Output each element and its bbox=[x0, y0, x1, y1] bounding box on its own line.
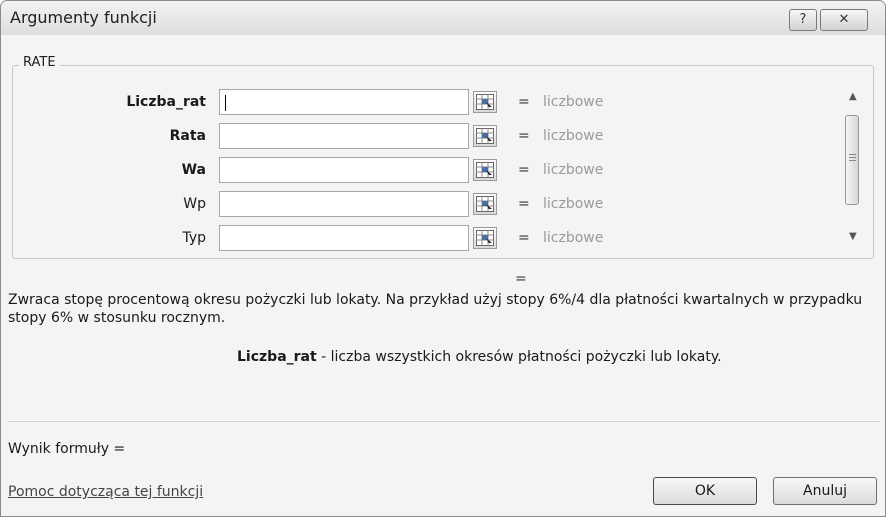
text-cursor bbox=[225, 95, 226, 111]
function-name: RATE bbox=[19, 55, 60, 70]
function-arguments-dialog: Argumenty funkcji ? ✕ RATE Liczba_rat = … bbox=[0, 0, 886, 517]
grip-icon bbox=[849, 154, 856, 163]
argument-result: liczbowe bbox=[543, 128, 604, 144]
cancel-button[interactable]: Anuluj bbox=[773, 477, 877, 505]
liczba-rat-input[interactable] bbox=[219, 89, 469, 115]
argument-label: Rata bbox=[169, 128, 206, 144]
argument-row-liczba-rat: Liczba_rat = liczbowe bbox=[1, 89, 841, 117]
rata-input[interactable] bbox=[219, 123, 469, 149]
equals-sign: = bbox=[518, 196, 530, 212]
typ-input[interactable] bbox=[219, 225, 469, 251]
range-select-icon[interactable] bbox=[473, 91, 497, 113]
divider bbox=[8, 421, 880, 422]
range-select-icon[interactable] bbox=[473, 193, 497, 215]
close-button[interactable]: ✕ bbox=[820, 9, 868, 31]
dialog-title: Argumenty funkcji bbox=[10, 8, 157, 27]
argument-help: Liczba_rat - liczba wszystkich okresów p… bbox=[237, 349, 722, 365]
argument-label: Typ bbox=[182, 230, 206, 246]
function-description: Zwraca stopę procentową okresu pożyczki … bbox=[8, 292, 863, 326]
help-button[interactable]: ? bbox=[789, 9, 817, 31]
argument-label: Wa bbox=[181, 162, 206, 178]
argument-result: liczbowe bbox=[543, 230, 604, 246]
argument-row-rata: Rata = liczbowe bbox=[1, 123, 841, 151]
range-select-icon[interactable] bbox=[473, 125, 497, 147]
formula-result: Wynik formuły = bbox=[8, 441, 126, 457]
wa-input[interactable] bbox=[219, 157, 469, 183]
argument-result: liczbowe bbox=[543, 162, 604, 178]
argument-result: liczbowe bbox=[543, 196, 604, 212]
overall-result-equals: = bbox=[515, 271, 527, 287]
help-link[interactable]: Pomoc dotycząca tej funkcji bbox=[8, 484, 203, 500]
range-select-icon[interactable] bbox=[473, 227, 497, 249]
wp-input[interactable] bbox=[219, 191, 469, 217]
argument-row-typ: Typ = liczbowe bbox=[1, 225, 841, 253]
arguments-scrollbar[interactable]: ▲ ▼ bbox=[843, 87, 863, 247]
ok-button[interactable]: OK bbox=[653, 477, 757, 505]
argument-label: Wp bbox=[183, 196, 206, 212]
equals-sign: = bbox=[518, 94, 530, 110]
equals-sign: = bbox=[518, 128, 530, 144]
scroll-up-icon[interactable]: ▲ bbox=[849, 91, 857, 102]
argument-result: liczbowe bbox=[543, 94, 604, 110]
argument-help-text: - liczba wszystkich okresów płatności po… bbox=[316, 349, 722, 365]
argument-label: Liczba_rat bbox=[126, 94, 206, 110]
equals-sign: = bbox=[518, 230, 530, 246]
argument-help-name: Liczba_rat bbox=[237, 349, 317, 365]
argument-row-wa: Wa = liczbowe bbox=[1, 157, 841, 185]
title-bar[interactable]: Argumenty funkcji ? ✕ bbox=[1, 1, 885, 35]
equals-sign: = bbox=[518, 162, 530, 178]
scrollbar-thumb[interactable] bbox=[845, 115, 859, 205]
range-select-icon[interactable] bbox=[473, 159, 497, 181]
argument-row-wp: Wp = liczbowe bbox=[1, 191, 841, 219]
scroll-down-icon[interactable]: ▼ bbox=[849, 231, 857, 242]
